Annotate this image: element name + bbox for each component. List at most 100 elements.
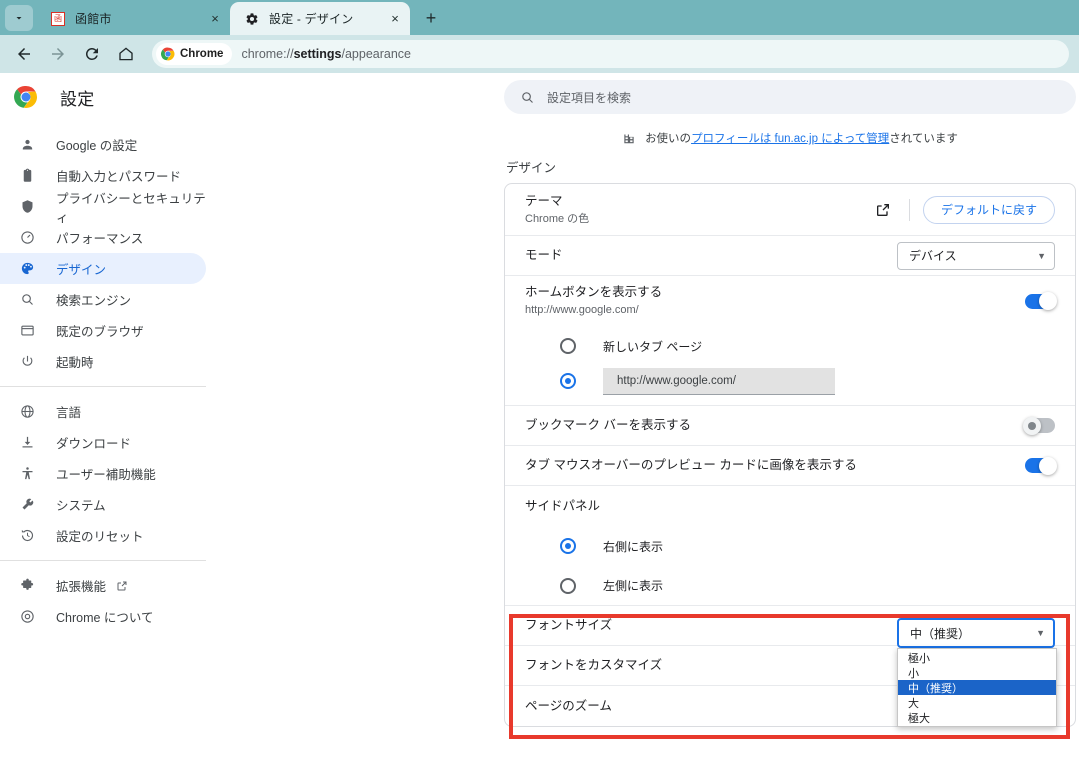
divider xyxy=(908,198,910,221)
mode-row[interactable]: モード デバイス ▼ xyxy=(505,236,1075,276)
theme-row[interactable]: テーマ Chrome の色 デフォルトに戻す xyxy=(505,184,1075,236)
url-text: chrome://settings/appearance xyxy=(241,47,411,61)
back-button[interactable] xyxy=(10,40,38,68)
side-panel-right-row[interactable]: 右側に表示 xyxy=(505,526,1075,566)
mode-value: デバイス xyxy=(909,249,957,263)
browser-tab-hakodate[interactable]: 函 函館市 × xyxy=(36,2,230,35)
bookmarks-bar-toggle[interactable] xyxy=(1023,416,1055,435)
section-title: デザイン xyxy=(506,161,557,175)
side-panel-right-label: 右側に表示 xyxy=(603,539,664,554)
sidebar-item-label: Chrome について xyxy=(56,611,154,625)
font-size-dropdown[interactable]: 中（推奨） ▼ 極小 小 中（推奨） 大 極大 xyxy=(897,618,1057,727)
sidebar-item-label: 自動入力とパスワード xyxy=(56,170,182,184)
font-size-row[interactable]: フォントサイズ 中（推奨） ▼ 極小 小 中（推奨） 大 極大 xyxy=(505,606,1075,727)
home-button-label: ホームボタンを表示する xyxy=(525,285,663,299)
globe-icon xyxy=(18,404,36,419)
bookmarks-bar-row[interactable]: ブックマーク バーを表示する xyxy=(505,406,1075,446)
url-prefix: chrome:// xyxy=(241,47,294,61)
tab-close-button[interactable]: × xyxy=(386,10,404,28)
tab-preview-toggle[interactable] xyxy=(1025,456,1057,475)
gear-icon xyxy=(244,11,260,27)
toggle-knob xyxy=(1039,292,1057,310)
tab-preview-row[interactable]: タブ マウスオーバーのプレビュー カードに画像を表示する xyxy=(505,446,1075,486)
new-tab-button[interactable]: + xyxy=(417,4,445,32)
font-size-option-xsmall[interactable]: 極小 xyxy=(898,650,1056,665)
appearance-card: テーマ Chrome の色 デフォルトに戻す モード デバイス ▼ ホームボタン… xyxy=(504,183,1076,727)
sidebar-item-system[interactable]: システム xyxy=(0,489,206,520)
font-size-option-medium[interactable]: 中（推奨） xyxy=(898,680,1056,695)
sidebar-item-label: 設定のリセット xyxy=(56,530,144,544)
toggle-knob xyxy=(1023,416,1041,435)
managed-suffix: されています xyxy=(889,133,958,145)
font-size-option-large[interactable]: 大 xyxy=(898,695,1056,710)
sidebar-item-downloads[interactable]: ダウンロード xyxy=(0,427,206,458)
tab-strip: 函 函館市 × 設定 - デザイン × + xyxy=(0,0,1079,35)
puzzle-icon xyxy=(18,578,36,593)
home-newtab-option-row[interactable]: 新しいタブ ページ xyxy=(505,326,1075,366)
address-bar[interactable]: Chrome chrome://settings/appearance xyxy=(152,40,1069,68)
reset-to-default-button[interactable]: デフォルトに戻す xyxy=(922,195,1055,224)
tab-preview-labels: タブ マウスオーバーのプレビュー カードに画像を表示する xyxy=(525,449,1025,482)
building-icon xyxy=(622,131,636,145)
sidebar-item-label: ダウンロード xyxy=(56,437,132,451)
radio-custom-url[interactable] xyxy=(560,373,576,389)
sidebar-item-languages[interactable]: 言語 xyxy=(0,396,206,427)
font-size-option-xlarge[interactable]: 極大 xyxy=(898,710,1056,725)
history-icon xyxy=(18,528,36,543)
chrome-chip-label: Chrome xyxy=(180,48,224,60)
sidebar-item-privacy[interactable]: プライバシーとセキュリティ xyxy=(0,191,206,225)
sidebar-item-label: デザイン xyxy=(56,263,107,277)
managed-link[interactable]: プロフィールは fun.ac.jp によって管理 xyxy=(691,130,889,146)
sidebar-item-appearance[interactable]: デザイン xyxy=(0,253,206,284)
url-suffix: /appearance xyxy=(341,47,412,61)
side-panel-left-label: 左側に表示 xyxy=(603,579,664,593)
theme-external-link-icon[interactable] xyxy=(870,197,896,223)
home-button-sublabel: http://www.google.com/ xyxy=(525,304,639,316)
home-button-labels: ホームボタンを表示する http://www.google.com/ xyxy=(525,276,1025,326)
sidebar-item-label: ユーザー補助機能 xyxy=(56,468,156,482)
home-button-row[interactable]: ホームボタンを表示する http://www.google.com/ xyxy=(505,276,1075,326)
sidebar-item-google[interactable]: Google の設定 xyxy=(0,129,206,160)
side-panel-left-row[interactable]: 左側に表示 xyxy=(505,566,1075,606)
radio-side-panel-right[interactable] xyxy=(560,538,576,554)
sidebar-item-label: プライバシーとセキュリティ xyxy=(56,191,206,225)
search-icon xyxy=(18,292,36,307)
sidebar-item-search-engine[interactable]: 検索エンジン xyxy=(0,284,206,315)
font-size-option-small[interactable]: 小 xyxy=(898,665,1056,680)
external-link-icon xyxy=(116,580,128,592)
sidebar-item-default-browser[interactable]: 既定のブラウザ xyxy=(0,315,206,346)
managed-notice: お使いの プロフィールは fun.ac.jp によって管理 されています xyxy=(504,130,1076,146)
home-url-option-row[interactable]: http://www.google.com/ xyxy=(505,366,1075,406)
search-input[interactable]: 設定項目を検索 xyxy=(504,80,1076,114)
tab-search-button[interactable] xyxy=(5,5,33,31)
reload-button[interactable] xyxy=(78,40,106,68)
sidebar-item-label: 起動時 xyxy=(56,356,94,370)
mode-select[interactable]: デバイス ▼ xyxy=(897,241,1055,270)
bookmarks-bar-labels: ブックマーク バーを表示する xyxy=(525,409,1025,442)
radio-new-tab[interactable] xyxy=(560,338,576,354)
sidebar-item-reset[interactable]: 設定のリセット xyxy=(0,520,206,551)
tab-title: 函館市 xyxy=(75,12,112,26)
radio-side-panel-left[interactable] xyxy=(560,577,576,594)
clipboard-icon xyxy=(18,168,36,183)
sidebar-item-about-chrome[interactable]: Chrome について xyxy=(0,601,206,632)
search-icon xyxy=(520,90,535,105)
forward-button[interactable] xyxy=(44,40,72,68)
chrome-icon xyxy=(14,85,38,109)
chrome-chip[interactable]: Chrome xyxy=(156,43,233,65)
browser-tab-settings[interactable]: 設定 - デザイン × xyxy=(230,2,410,35)
sidebar-item-accessibility[interactable]: ユーザー補助機能 xyxy=(0,458,206,489)
home-button-toggle[interactable] xyxy=(1025,292,1057,310)
home-url-input[interactable]: http://www.google.com/ xyxy=(603,367,835,395)
font-size-select[interactable]: 中（推奨） ▼ xyxy=(897,618,1055,648)
sidebar-item-autofill[interactable]: 自動入力とパスワード xyxy=(0,160,206,191)
home-button[interactable] xyxy=(112,40,140,68)
window-icon xyxy=(18,323,36,338)
sidebar-item-extensions[interactable]: 拡張機能 xyxy=(0,570,206,601)
font-size-options-menu[interactable]: 極小 小 中（推奨） 大 極大 xyxy=(897,648,1057,727)
tab-title: 設定 - デザイン xyxy=(269,12,354,26)
sidebar-item-on-startup[interactable]: 起動時 xyxy=(0,346,206,377)
sidebar-item-label: パフォーマンス xyxy=(56,232,144,246)
tab-close-button[interactable]: × xyxy=(206,10,224,28)
sidebar-item-performance[interactable]: パフォーマンス xyxy=(0,222,206,253)
